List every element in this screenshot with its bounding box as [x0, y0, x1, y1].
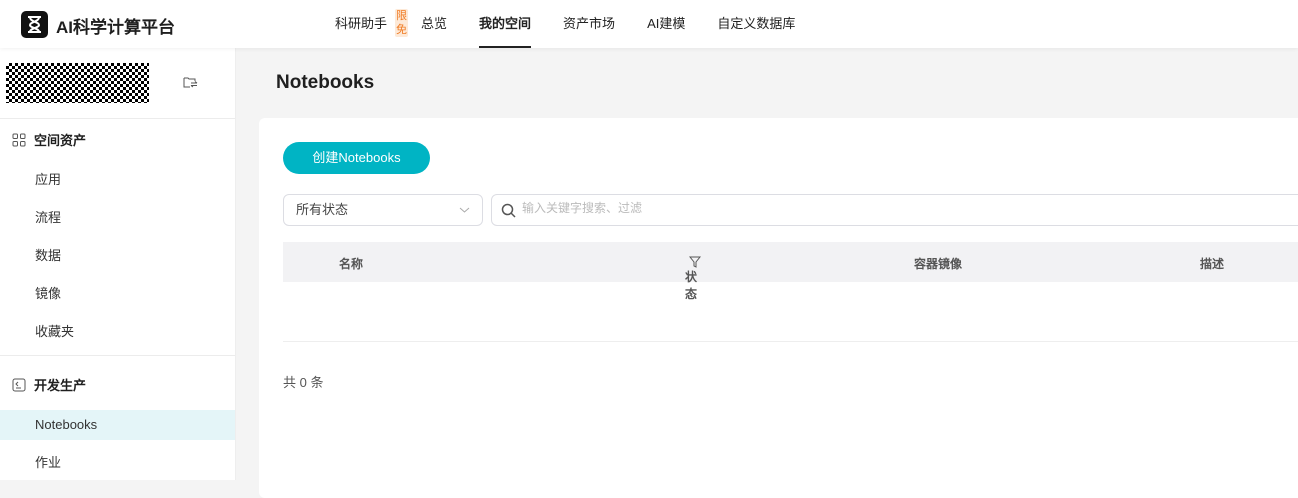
- nav-research-assistant[interactable]: 科研助手 限免: [335, 0, 408, 48]
- nav-overview[interactable]: 总览: [421, 0, 447, 48]
- grid-icon: [12, 133, 26, 146]
- nav-my-space[interactable]: 我的空间: [479, 0, 532, 48]
- section-dev-production: 开发生产: [12, 375, 86, 394]
- sidebar: 空间资产 应用 流程 数据 镜像 收藏夹 开发生产 Notebooks 作业: [0, 48, 236, 480]
- section-space-assets: 空间资产: [12, 130, 86, 149]
- chevron-down-icon: [459, 207, 470, 213]
- page-title: Notebooks: [276, 72, 375, 93]
- search-input[interactable]: [522, 201, 1222, 215]
- logo-icon: [21, 11, 48, 38]
- search-box[interactable]: [491, 194, 1298, 226]
- sidebar-item-workflows[interactable]: 流程: [0, 203, 235, 233]
- search-icon: [501, 203, 516, 218]
- status-select[interactable]: 所有状态: [283, 194, 483, 226]
- create-notebook-button[interactable]: 创建Notebooks: [283, 142, 430, 174]
- folder-switch-icon[interactable]: [183, 76, 198, 89]
- column-status: 状态: [685, 255, 702, 301]
- notebooks-card: 创建Notebooks 所有状态 名称 状态 容器镜像 描述 共 0 条: [259, 118, 1298, 498]
- table-body: [283, 282, 1298, 342]
- sidebar-item-jobs[interactable]: 作业: [0, 448, 235, 478]
- sidebar-item-favorites[interactable]: 收藏夹: [0, 317, 235, 347]
- filter-icon[interactable]: [688, 256, 702, 268]
- nav-asset-market[interactable]: 资产市场: [563, 0, 615, 48]
- table-header: 名称 状态 容器镜像 描述: [283, 242, 1298, 301]
- sidebar-item-data[interactable]: 数据: [0, 241, 235, 271]
- column-name: 名称: [339, 257, 364, 271]
- terminal-icon: [12, 378, 26, 391]
- column-description: 描述: [1200, 257, 1225, 271]
- top-nav: 科研助手 限免 总览 我的空间 资产市场 AI建模 自定义数据库: [335, 0, 827, 48]
- total-count: 共 0 条: [283, 375, 324, 390]
- divider: [0, 355, 235, 356]
- sidebar-item-apps[interactable]: 应用: [0, 165, 235, 195]
- column-image: 容器镜像: [914, 257, 963, 271]
- brand-title: AI科学计算平台: [56, 18, 175, 37]
- nav-custom-database[interactable]: 自定义数据库: [717, 0, 795, 48]
- divider: [0, 118, 235, 119]
- sidebar-item-images[interactable]: 镜像: [0, 279, 235, 309]
- sidebar-item-notebooks[interactable]: Notebooks: [0, 410, 235, 440]
- workspace-image[interactable]: [6, 63, 149, 103]
- free-badge: 限免: [395, 9, 408, 37]
- top-bar: AI科学计算平台 科研助手 限免 总览 我的空间 资产市场 AI建模 自定义数据库: [0, 0, 1298, 48]
- nav-ai-modeling[interactable]: AI建模: [647, 0, 685, 48]
